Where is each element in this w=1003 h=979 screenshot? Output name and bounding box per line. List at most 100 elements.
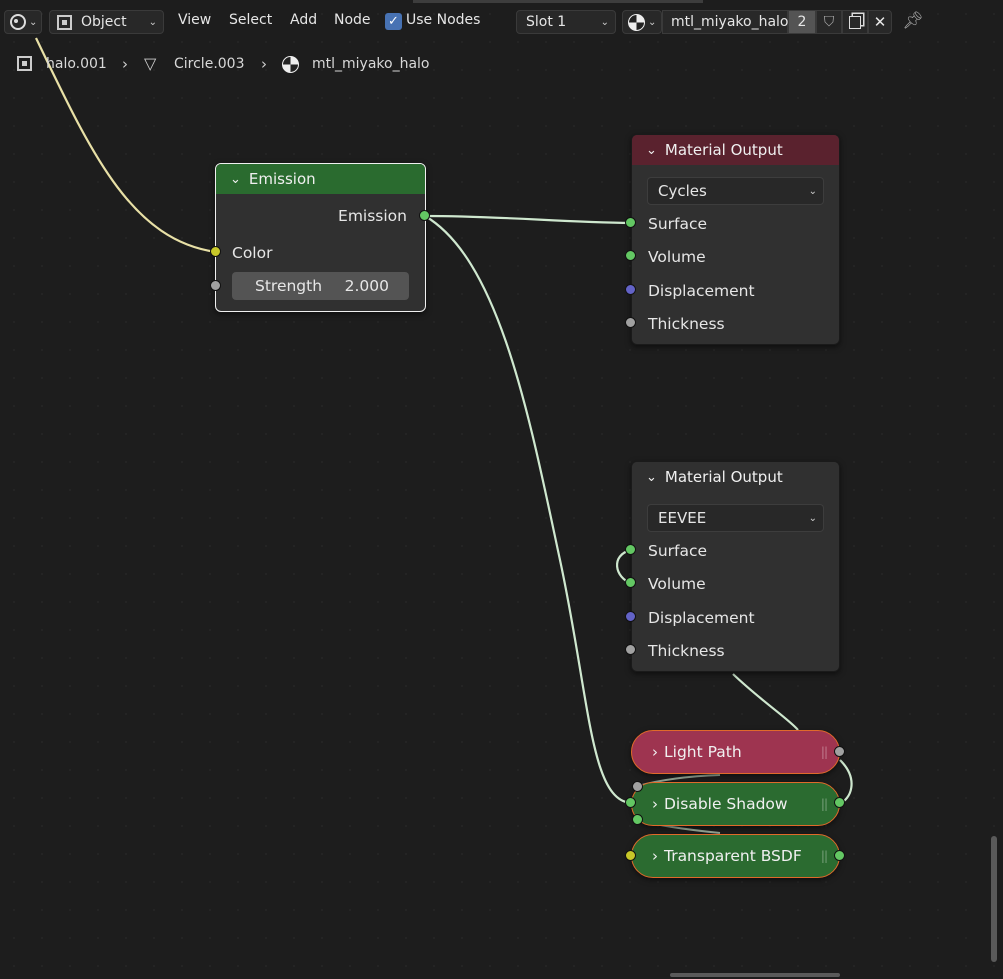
link-emission-disable-shadow [424,215,632,805]
node-links [35,37,853,834]
node-title: Light Path [664,743,742,761]
volume-input-socket[interactable] [625,577,636,588]
link-eevee-output [732,673,799,731]
input-label: Thickness [648,642,725,660]
node-editor-header: ⌄ Object ⌄ View Select Add Node ✓ Use No… [0,0,1003,44]
target-dropdown[interactable]: EEVEE ⌄ [647,504,824,532]
fake-user-button[interactable]: ⛉ [816,10,842,34]
expand-chevron-icon[interactable]: › [652,743,658,761]
input-label: Color [232,244,273,262]
expand-chevron-icon[interactable]: › [652,795,658,813]
grip-icon: || [820,745,828,759]
displacement-input-socket[interactable] [625,284,636,295]
chevron-down-icon: ⌄ [648,16,657,28]
object-icon [17,56,32,71]
node-title: Disable Shadow [664,795,788,813]
user-count-button[interactable]: 2 [788,10,816,34]
disable-shadow-output-socket[interactable] [834,797,845,808]
shader-input-socket[interactable] [625,797,636,808]
menu-view[interactable]: View [178,12,211,28]
grip-icon: || [820,797,828,811]
expand-chevron-icon[interactable]: › [652,847,658,865]
checkmark-icon: ✓ [388,14,399,29]
input-label: Thickness [648,315,725,333]
thickness-input-socket[interactable] [625,317,636,328]
input-label: Displacement [648,282,755,300]
light-path-node[interactable]: › Light Path || [631,730,840,774]
material-name-field[interactable]: mtl_miyako_halo [662,10,789,34]
strength-input-socket[interactable] [210,280,221,291]
strength-field[interactable]: Strength 2.000 [232,272,409,300]
breadcrumb-material: mtl_miyako_halo [312,56,430,72]
link-emission-cycles-surface [424,214,632,225]
editor-type-button[interactable]: ⌄ [4,10,42,34]
object-mode-icon [57,14,72,30]
input-label: Volume [648,248,706,266]
node-header[interactable]: ⌄ Emission [216,164,425,194]
color-input-socket[interactable] [625,850,636,861]
collapse-chevron-icon[interactable]: ⌄ [646,143,657,158]
emission-node[interactable]: ⌄ Emission Emission Color Strength 2.000 [215,163,426,312]
slot-dropdown[interactable]: Slot 1 ⌄ [516,10,616,34]
editor-type-icon [10,14,26,30]
fake-user-shield-icon: ⛉ [823,14,835,30]
surface-input-socket[interactable] [625,217,636,228]
strength-value: 2.000 [344,277,389,295]
material-output-eevee-node[interactable]: ⌄ Material Output EEVEE ⌄ Surface Volume… [631,461,840,672]
input-label: Surface [648,542,708,560]
vertical-scrollbar[interactable] [991,836,997,962]
transparent-bsdf-node[interactable]: › Transparent BSDF || [631,834,840,878]
horizontal-scrollbar[interactable] [670,973,840,977]
factor-input-socket[interactable] [632,781,643,792]
menu-add[interactable]: Add [290,12,317,28]
surface-input-socket[interactable] [625,544,636,555]
material-sphere-icon [628,13,645,31]
chevron-down-icon: ⌄ [808,512,817,524]
use-nodes-label: Use Nodes [406,12,481,28]
input-label: Surface [648,215,708,233]
object-mode-dropdown[interactable]: Object ⌄ [49,10,164,34]
node-header[interactable]: ⌄ Material Output [632,135,839,165]
pin-icon[interactable]: 📌︎ [902,11,924,31]
strength-label: Strength [255,277,323,295]
volume-input-socket[interactable] [625,250,636,261]
output-label: Emission [338,207,407,225]
breadcrumb: halo.001 › ▽ Circle.003 › mtl_miyako_hal… [0,44,600,84]
duplicate-icon [849,15,861,29]
bsdf-output-socket[interactable] [834,850,845,861]
material-output-cycles-node[interactable]: ⌄ Material Output Cycles ⌄ Surface Volum… [631,134,840,345]
collapse-chevron-icon[interactable]: ⌄ [646,470,657,485]
chevron-down-icon: ⌄ [148,16,157,28]
input-label: Displacement [648,609,755,627]
browse-material-button[interactable]: ⌄ [622,10,662,34]
user-count: 2 [797,14,807,30]
grip-icon: || [820,849,828,863]
thickness-input-socket[interactable] [625,644,636,655]
target-label: Cycles [658,182,707,200]
object-mode-label: Object [81,14,127,30]
menu-node[interactable]: Node [334,12,371,28]
breadcrumb-mesh: Circle.003 [174,56,245,72]
target-label: EEVEE [658,509,707,527]
close-icon: ✕ [873,13,887,31]
target-dropdown[interactable]: Cycles ⌄ [647,177,824,205]
light-path-output-socket[interactable] [834,746,845,757]
use-nodes-checkbox[interactable]: ✓ [385,13,402,30]
shader-input-socket[interactable] [632,814,643,825]
displacement-input-socket[interactable] [625,611,636,622]
emission-output-socket[interactable] [419,210,430,221]
menu-select[interactable]: Select [229,12,272,28]
slot-label: Slot 1 [526,14,567,30]
color-input-socket[interactable] [210,246,221,257]
chevron-down-icon: ⌄ [29,16,38,28]
node-title: Emission [248,170,316,188]
unlink-material-button[interactable]: ✕ [868,10,892,34]
disable-shadow-node[interactable]: › Disable Shadow || [631,782,840,826]
collapse-chevron-icon[interactable]: ⌄ [230,172,241,187]
chevron-down-icon: ⌄ [808,185,817,197]
node-title: Transparent BSDF [664,847,802,865]
material-sphere-icon [282,56,299,73]
node-header[interactable]: ⌄ Material Output [632,462,839,492]
breadcrumb-object: halo.001 [46,56,107,72]
duplicate-material-button[interactable] [842,10,868,34]
